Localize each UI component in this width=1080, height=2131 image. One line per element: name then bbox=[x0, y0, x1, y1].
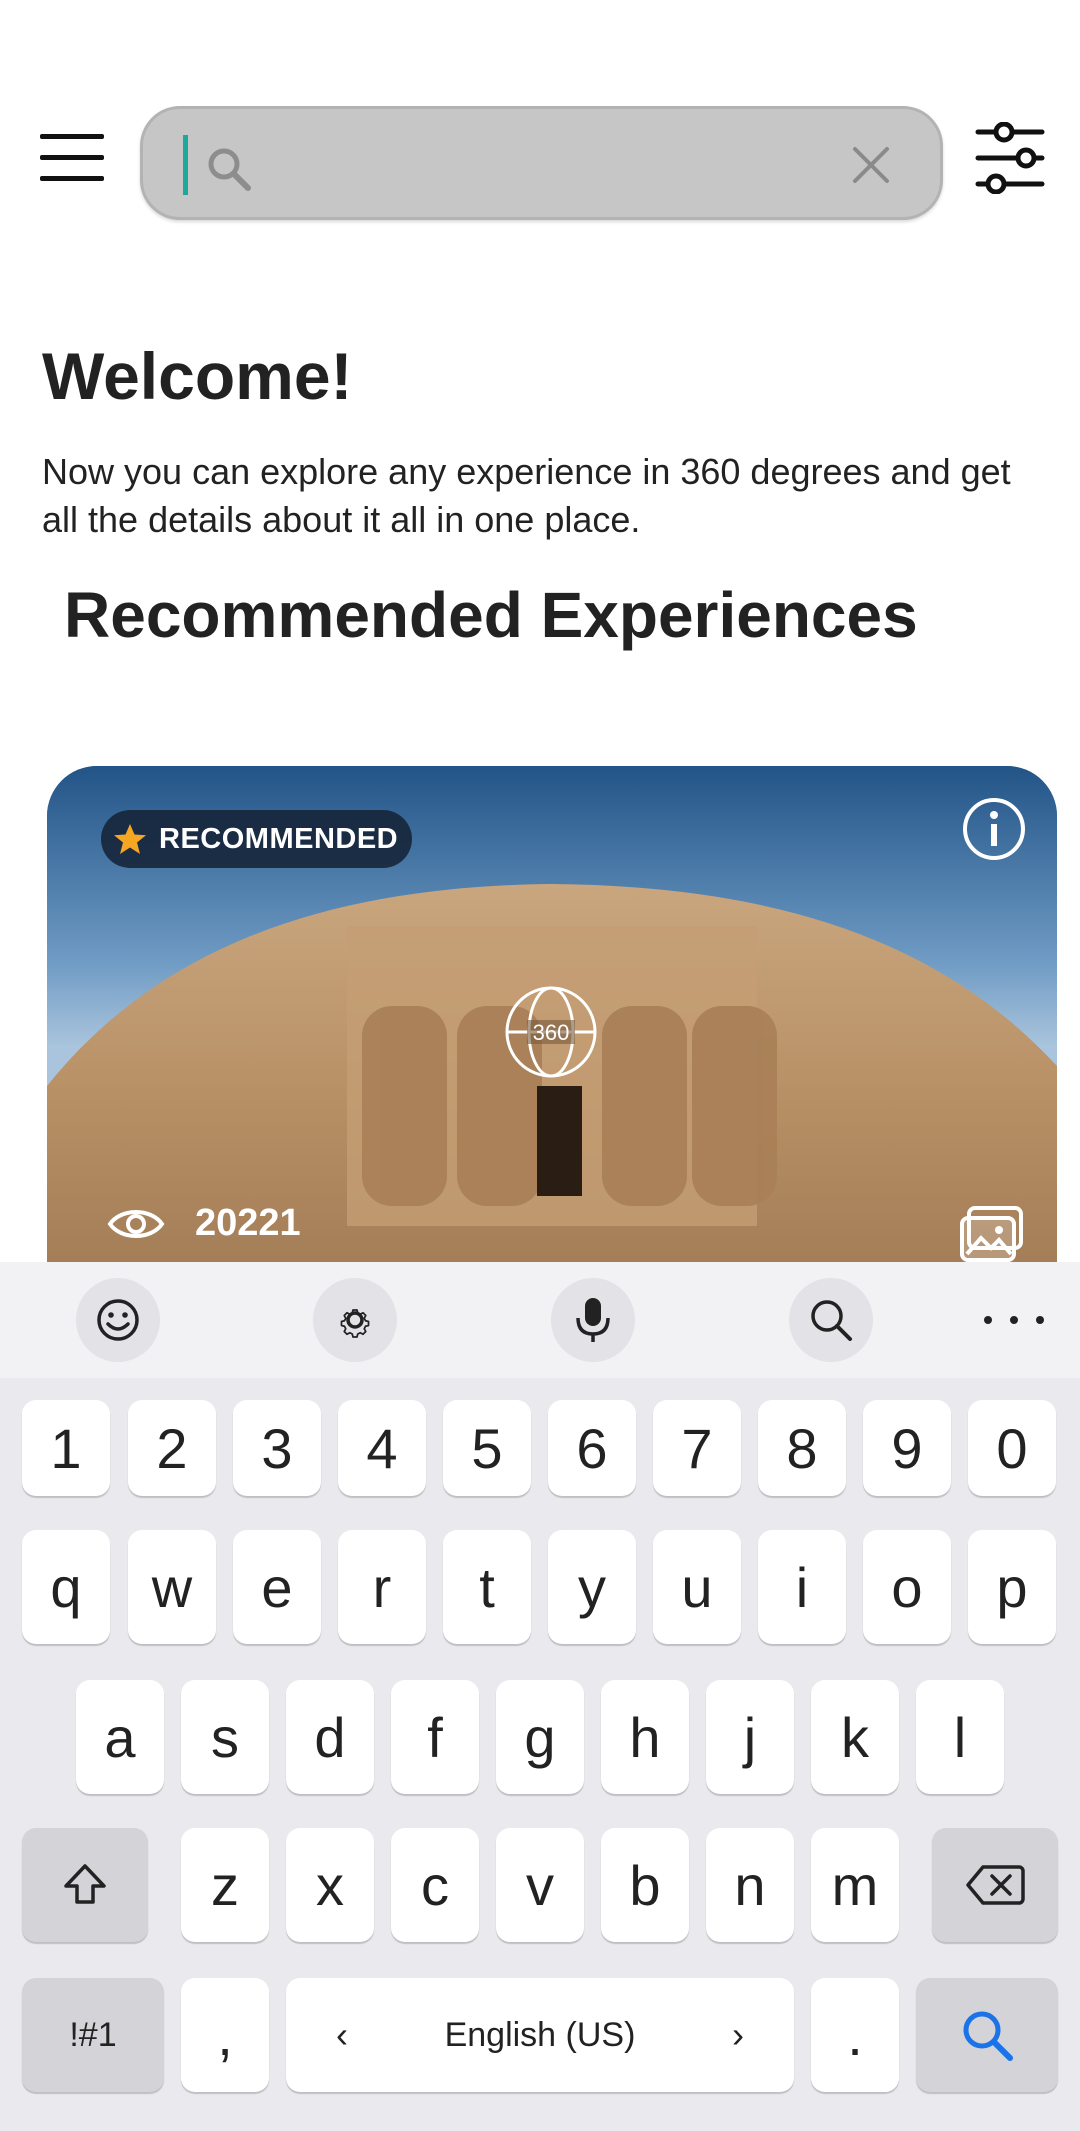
shift-key[interactable] bbox=[22, 1828, 148, 1942]
key-9[interactable]: 9 bbox=[863, 1400, 951, 1496]
key-b[interactable]: b bbox=[601, 1828, 689, 1942]
key-0[interactable]: 0 bbox=[968, 1400, 1056, 1496]
key-l[interactable]: l bbox=[916, 1680, 1004, 1794]
keyboard-search-icon[interactable] bbox=[789, 1278, 873, 1362]
key-x[interactable]: x bbox=[286, 1828, 374, 1942]
more-icon[interactable] bbox=[984, 1302, 1044, 1338]
comma-key[interactable]: , bbox=[181, 1978, 269, 2092]
experience-card[interactable]: RECOMMENDED 360 20221 bbox=[47, 766, 1057, 1326]
gear-glyph bbox=[340, 1309, 370, 1338]
key-z[interactable]: z bbox=[181, 1828, 269, 1942]
emoji-icon[interactable] bbox=[76, 1278, 160, 1362]
search-input[interactable] bbox=[263, 129, 823, 199]
key-e[interactable]: e bbox=[233, 1530, 321, 1644]
emoji-glyph bbox=[97, 1299, 139, 1341]
key-5[interactable]: 5 bbox=[443, 1400, 531, 1496]
search-action-icon bbox=[963, 2011, 1013, 2061]
backspace-icon bbox=[966, 1865, 1025, 1905]
key-2[interactable]: 2 bbox=[128, 1400, 216, 1496]
info-icon[interactable] bbox=[961, 796, 1027, 862]
text-caret bbox=[183, 135, 188, 195]
magnifier-glyph bbox=[811, 1300, 852, 1341]
space-language-label: English (US) bbox=[444, 2015, 636, 2054]
key-g[interactable]: g bbox=[496, 1680, 584, 1794]
star-icon bbox=[114, 824, 146, 854]
app-screen: Welcome! Now you can explore any experie… bbox=[0, 0, 1080, 2131]
mic-glyph bbox=[576, 1298, 610, 1342]
symbols-key[interactable]: !#1 bbox=[22, 1978, 164, 2092]
badge-label: RECOMMENDED bbox=[159, 822, 399, 855]
space-left-arrow: ‹ bbox=[336, 2014, 348, 2055]
mic-icon[interactable] bbox=[551, 1278, 635, 1362]
key-u[interactable]: u bbox=[653, 1530, 741, 1644]
key-1[interactable]: 1 bbox=[22, 1400, 110, 1496]
key-3[interactable]: 3 bbox=[233, 1400, 321, 1496]
key-r[interactable]: r bbox=[338, 1530, 426, 1644]
key-d[interactable]: d bbox=[286, 1680, 374, 1794]
sliders-icon[interactable] bbox=[974, 122, 1046, 194]
key-w[interactable]: w bbox=[128, 1530, 216, 1644]
key-6[interactable]: 6 bbox=[548, 1400, 636, 1496]
eye-icon bbox=[107, 1210, 165, 1238]
recommended-badge: RECOMMENDED bbox=[101, 810, 413, 868]
settings-icon[interactable] bbox=[313, 1278, 397, 1362]
search-bar[interactable] bbox=[140, 106, 943, 220]
view-360-icon[interactable]: 360 bbox=[503, 984, 599, 1080]
backspace-key[interactable] bbox=[932, 1828, 1058, 1942]
menu-button[interactable] bbox=[40, 134, 104, 181]
period-key[interactable]: . bbox=[811, 1978, 899, 2092]
key-v[interactable]: v bbox=[496, 1828, 584, 1942]
key-4[interactable]: 4 bbox=[338, 1400, 426, 1496]
more-dot bbox=[1036, 1316, 1044, 1324]
section-title: Recommended Experiences bbox=[64, 579, 918, 651]
more-dot bbox=[984, 1316, 992, 1324]
key-8[interactable]: 8 bbox=[758, 1400, 846, 1496]
menu-line bbox=[40, 155, 104, 160]
key-c[interactable]: c bbox=[391, 1828, 479, 1942]
close-icon[interactable] bbox=[849, 143, 893, 187]
key-i[interactable]: i bbox=[758, 1530, 846, 1644]
welcome-description: Now you can explore any experience in 36… bbox=[42, 451, 1011, 540]
key-y[interactable]: y bbox=[548, 1530, 636, 1644]
key-a[interactable]: a bbox=[76, 1680, 164, 1794]
soft-keyboard: 1 2 3 4 5 6 7 8 9 0 q w e r t y u i o p … bbox=[0, 1262, 1080, 2131]
search-icon bbox=[208, 148, 251, 191]
key-m[interactable]: m bbox=[811, 1828, 899, 1942]
key-t[interactable]: t bbox=[443, 1530, 531, 1644]
key-f[interactable]: f bbox=[391, 1680, 479, 1794]
key-h[interactable]: h bbox=[601, 1680, 689, 1794]
key-k[interactable]: k bbox=[811, 1680, 899, 1794]
more-dot bbox=[1010, 1316, 1018, 1324]
menu-line bbox=[40, 134, 104, 139]
icon-360-label: 360 bbox=[533, 1020, 570, 1045]
space-key[interactable]: ‹ English (US) › bbox=[286, 1978, 794, 2092]
views-count: 20221 bbox=[195, 1202, 301, 1244]
shift-icon bbox=[64, 1864, 106, 1904]
key-s[interactable]: s bbox=[181, 1680, 269, 1794]
key-n[interactable]: n bbox=[706, 1828, 794, 1942]
key-o[interactable]: o bbox=[863, 1530, 951, 1644]
keyboard-toolbar bbox=[0, 1262, 1080, 1378]
key-q[interactable]: q bbox=[22, 1530, 110, 1644]
key-7[interactable]: 7 bbox=[653, 1400, 741, 1496]
key-j[interactable]: j bbox=[706, 1680, 794, 1794]
search-action-key[interactable] bbox=[916, 1978, 1058, 2092]
gallery-icon[interactable] bbox=[959, 1204, 1025, 1264]
space-right-arrow: › bbox=[732, 2014, 744, 2055]
welcome-title: Welcome! bbox=[42, 339, 353, 413]
key-p[interactable]: p bbox=[968, 1530, 1056, 1644]
menu-line bbox=[40, 176, 104, 181]
